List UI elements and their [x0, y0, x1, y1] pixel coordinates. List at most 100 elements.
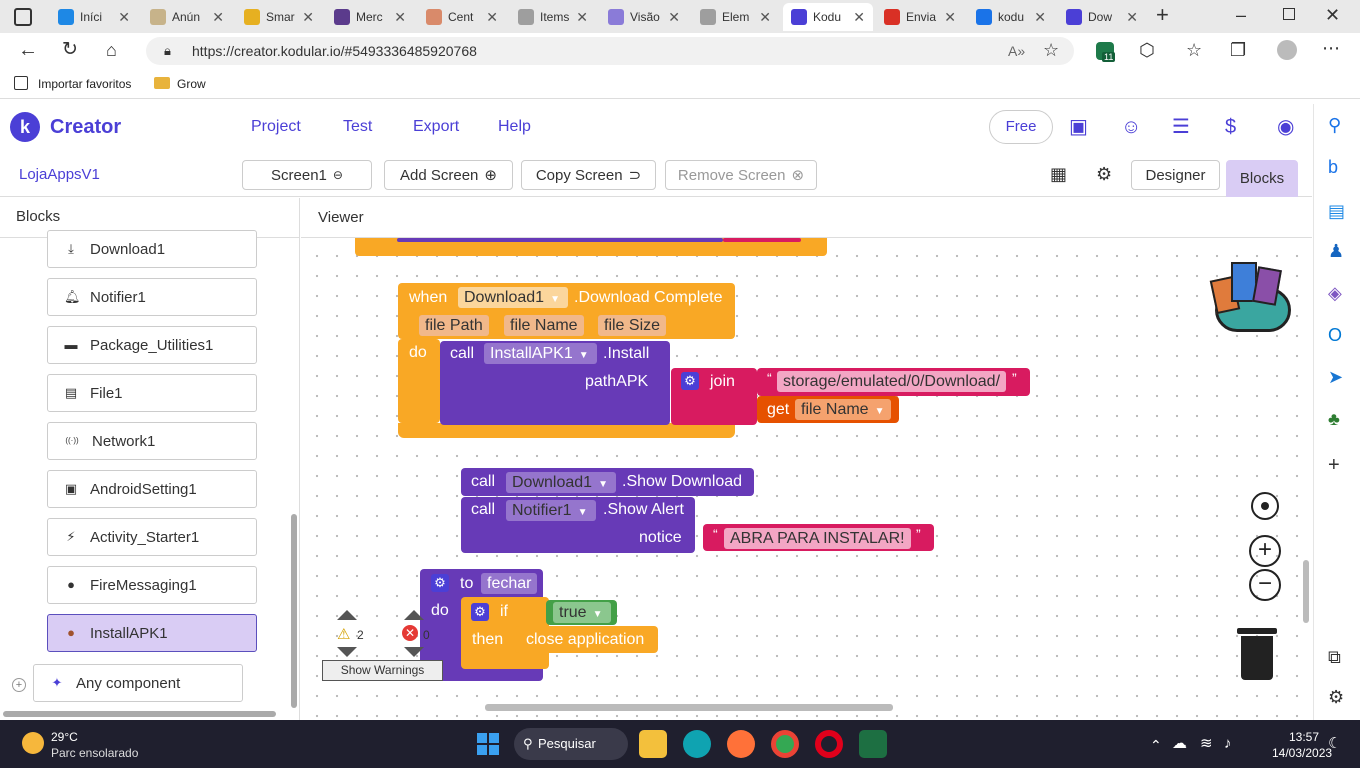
panel-hscrollbar[interactable]	[3, 711, 276, 717]
split-screen-icon[interactable]: ⧉	[1328, 648, 1341, 666]
event-component-dropdown[interactable]: Download1 ▼	[458, 287, 568, 308]
refresh-icon[interactable]: ↻	[62, 40, 78, 59]
show-warnings-button[interactable]: Show Warnings	[322, 660, 443, 681]
component-item[interactable]: ▤ File1	[47, 374, 257, 412]
home-icon[interactable]: ⌂	[106, 41, 117, 59]
kodular-logo[interactable]: k	[10, 112, 40, 142]
add-sidebar-icon[interactable]: +	[1328, 455, 1340, 475]
billing-icon[interactable]: $	[1225, 117, 1236, 137]
address-bar[interactable]: 🔒︎ https://creator.kodular.io/#549333648…	[146, 37, 1074, 65]
browser-tab[interactable]: kodu ✕	[968, 3, 1054, 31]
send-icon[interactable]: ➤	[1328, 368, 1343, 386]
warnings-up-arrow[interactable]	[337, 610, 357, 620]
browser-tab[interactable]: Iníci ✕	[50, 3, 138, 31]
restore-icon[interactable]	[1283, 8, 1295, 20]
tab-close-icon[interactable]: ✕	[486, 9, 498, 26]
tab-close-icon[interactable]: ✕	[668, 9, 680, 26]
search-icon[interactable]: ⚲	[1328, 116, 1341, 134]
tab-close-icon[interactable]: ✕	[853, 9, 865, 26]
browser-tab[interactable]: Visão ✕	[600, 3, 688, 31]
component-item[interactable]: ▣ AndroidSetting1	[47, 470, 257, 508]
volume-icon[interactable]: ♪	[1224, 735, 1232, 753]
favorite-grow[interactable]: Grow	[177, 77, 206, 91]
component-item[interactable]: ⚡︎ Activity_Starter1	[47, 518, 257, 556]
show-download-component-dropdown[interactable]: Download1 ▼	[506, 472, 616, 493]
menu-help[interactable]: Help	[498, 118, 531, 136]
chrome-icon[interactable]	[771, 730, 799, 758]
tab-close-icon[interactable]: ✕	[1034, 9, 1046, 26]
blocks-viewer[interactable]: Viewer when Download1 ▼ .Download Complet…	[301, 198, 1312, 720]
get-var-dropdown[interactable]: file Name ▼	[795, 399, 891, 420]
any-component-expand-icon[interactable]: +	[12, 678, 26, 692]
viewer-hscrollbar[interactable]	[485, 704, 893, 711]
browser-tab[interactable]: Merc ✕	[326, 3, 414, 31]
blocks-tab[interactable]: Blocks	[1226, 160, 1298, 197]
browser-tab[interactable]: Anún ✕	[142, 3, 232, 31]
tab-close-icon[interactable]: ✕	[759, 9, 771, 26]
notification-icon[interactable]: ☾	[1328, 735, 1341, 753]
browser-tab[interactable]: Kodu ✕	[783, 3, 873, 31]
clock-time[interactable]: 13:57	[1289, 730, 1319, 744]
weather-icon[interactable]	[22, 732, 44, 754]
browser-tab[interactable]: Envia ✕	[876, 3, 964, 31]
more-icon[interactable]: ⋯	[1322, 39, 1340, 57]
tab-close-icon[interactable]: ✕	[118, 9, 130, 26]
office-icon[interactable]: ◈	[1328, 284, 1342, 302]
community-icon[interactable]: ☺	[1121, 117, 1141, 137]
component-item[interactable]: 🔔︎ Notifier1	[47, 278, 257, 316]
favorites-icon[interactable]: ☆	[1186, 41, 1202, 59]
favorite-import[interactable]: Importar favoritos	[38, 77, 131, 91]
tab-close-icon[interactable]: ✕	[212, 9, 224, 26]
warnings-down-arrow[interactable]	[337, 647, 357, 657]
gallery-icon[interactable]: ▦	[1050, 165, 1067, 183]
backpack-icon[interactable]	[1209, 258, 1295, 336]
tree-icon[interactable]: ♣	[1328, 410, 1340, 428]
component-item[interactable]: ● FireMessaging1	[47, 566, 257, 604]
string-alert-value[interactable]: ABRA PARA INSTALAR!	[724, 528, 911, 549]
weather-temp[interactable]: 29°C	[51, 730, 78, 744]
copy-screen-button[interactable]: Copy Screen ⊃	[521, 160, 656, 190]
component-item[interactable]: ⤓ Download1	[47, 230, 257, 268]
tab-close-icon[interactable]: ✕	[302, 9, 314, 26]
edge-icon[interactable]	[683, 730, 711, 758]
panel-scrollbar[interactable]	[291, 514, 297, 708]
people-icon[interactable]: ♟	[1328, 242, 1344, 260]
install-component-dropdown[interactable]: InstallAPK1 ▼	[484, 343, 597, 364]
shopping-icon[interactable]: ▤	[1328, 202, 1345, 220]
add-favorite-icon[interactable]: ☆	[1043, 41, 1059, 59]
zoom-in-icon[interactable]: +	[1249, 535, 1281, 567]
trash-icon[interactable]	[1237, 628, 1277, 681]
docs-icon[interactable]: ☰	[1172, 117, 1190, 137]
close-window-icon[interactable]: ✕	[1325, 6, 1340, 24]
clock-date[interactable]: 14/03/2023	[1272, 746, 1332, 760]
any-component[interactable]: ✦ Any component	[33, 664, 243, 702]
browser-tab[interactable]: Elem ✕	[692, 3, 779, 31]
browser-tab[interactable]: Cent ✕	[418, 3, 506, 31]
account-icon[interactable]: ◉	[1277, 117, 1294, 137]
sidebar-settings-icon[interactable]: ⚙	[1328, 688, 1344, 706]
if-gear-icon[interactable]: ⚙	[471, 603, 489, 621]
param-file-size[interactable]: file Size	[598, 315, 667, 336]
browser-tab[interactable]: Items ✕	[510, 3, 596, 31]
browser-tab[interactable]: Dow ✕	[1058, 3, 1146, 31]
bool-dropdown[interactable]: true ▼	[553, 602, 611, 623]
opera-icon[interactable]	[815, 730, 843, 758]
join-gear-icon[interactable]: ⚙	[681, 372, 699, 390]
procedure-name[interactable]: fechar	[481, 573, 538, 594]
param-file-name[interactable]: file Name	[504, 315, 584, 336]
component-item[interactable]: ▬ Package_Utilities1	[47, 326, 257, 364]
extensions-icon[interactable]: ⬡	[1139, 41, 1155, 59]
browser-tab[interactable]: Smar ✕	[236, 3, 322, 31]
outlook-icon[interactable]: O	[1328, 326, 1342, 344]
param-file-path[interactable]: file Path	[419, 315, 489, 336]
new-tab-icon[interactable]: +	[1156, 4, 1169, 26]
tab-actions-icon[interactable]	[14, 8, 32, 26]
file-explorer-icon[interactable]	[639, 730, 667, 758]
remove-screen-button[interactable]: Remove Screen ⊗	[665, 160, 817, 190]
show-alert-component-dropdown[interactable]: Notifier1 ▼	[506, 500, 596, 521]
menu-export[interactable]: Export	[413, 118, 459, 136]
recenter-icon[interactable]	[1251, 492, 1279, 520]
tab-close-icon[interactable]: ✕	[394, 9, 406, 26]
tab-close-icon[interactable]: ✕	[576, 9, 588, 26]
excel-icon[interactable]	[859, 730, 887, 758]
